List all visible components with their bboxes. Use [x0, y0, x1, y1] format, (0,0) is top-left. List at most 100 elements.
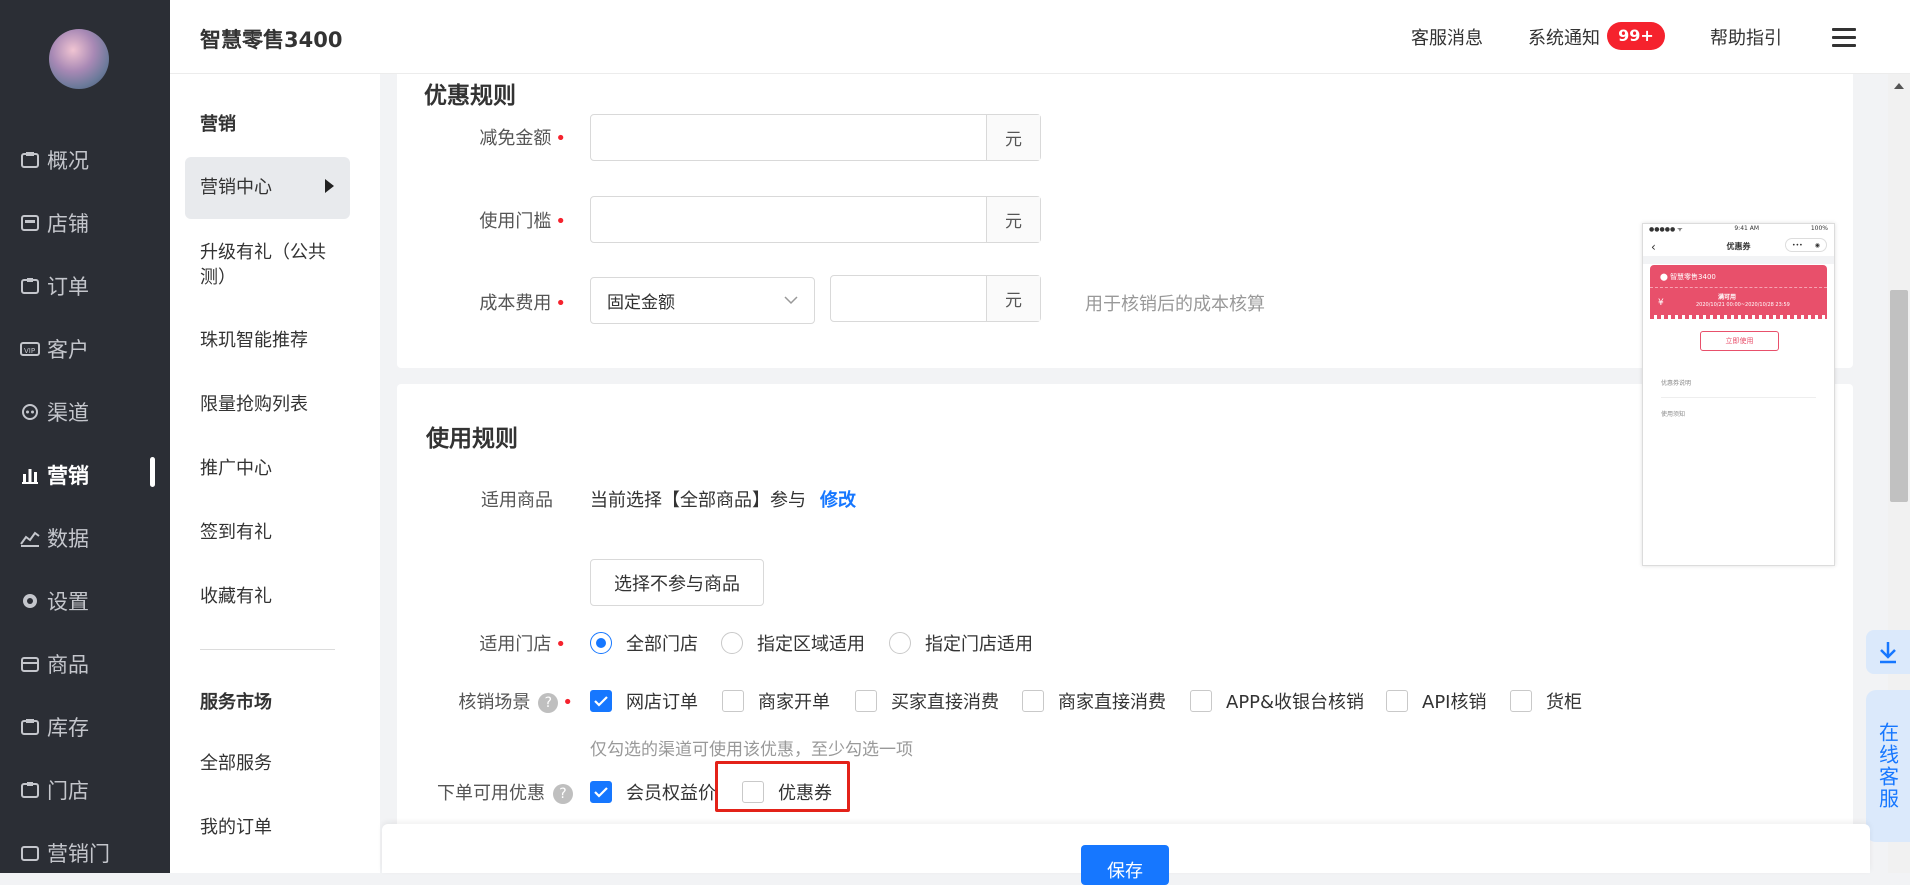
checkbox[interactable]	[1510, 690, 1532, 712]
order-label-text: 下单可用优惠	[437, 783, 545, 804]
radio[interactable]	[721, 632, 743, 654]
cost-type-select[interactable]: 固定金额	[590, 277, 815, 324]
nav-item-overview[interactable]: 概况	[0, 140, 170, 180]
order-icon	[20, 276, 40, 296]
help-icon[interactable]: ?	[553, 784, 573, 804]
required-mark: •	[562, 692, 573, 713]
required-mark: •	[555, 293, 566, 314]
help-link[interactable]: 帮助指引	[1710, 24, 1782, 50]
subnav-item-marketing-center[interactable]: 营销中心	[200, 175, 360, 200]
checkbox[interactable]	[1386, 690, 1408, 712]
nav-item-goods[interactable]: 商品	[0, 644, 170, 684]
cost-input[interactable]	[831, 276, 986, 321]
nav-label: 设置	[47, 590, 89, 614]
use-now-button[interactable]: 立即使用	[1700, 331, 1779, 351]
scene-option-cabinet[interactable]: 货柜	[1510, 688, 1582, 714]
subnav-heading: 营销	[200, 114, 236, 135]
amount-label-text: 减免金额	[479, 128, 552, 149]
radio-checked[interactable]	[590, 632, 612, 654]
nav-label: 订单	[47, 275, 89, 299]
nav-item-settings[interactable]: 设置	[0, 581, 170, 621]
nav-item-channel[interactable]: 渠道	[0, 392, 170, 432]
active-indicator	[150, 457, 155, 487]
channel-icon	[20, 402, 40, 422]
goods-icon	[20, 654, 40, 674]
coupon-desc-row: 优惠券说明	[1661, 380, 1692, 387]
online-service-button[interactable]: 在线客服	[1866, 690, 1910, 842]
subnav-item-promotion-center[interactable]: 推广中心	[200, 456, 360, 481]
subnav-item-smart-recommend[interactable]: 珠玑智能推荐	[200, 328, 360, 353]
top-bar: 智慧零售3400 客服消息 系统通知 99+ 帮助指引	[170, 0, 1910, 74]
subnav-item-all-services[interactable]: 全部服务	[200, 751, 360, 776]
nav-item-marketing-door[interactable]: 营销门	[0, 833, 170, 873]
goods-edit-link[interactable]: 修改	[820, 486, 856, 512]
goods-label: 适用商品	[481, 490, 553, 511]
nav-item-customer[interactable]: VIP 客户	[0, 329, 170, 369]
avatar[interactable]	[49, 29, 109, 89]
nav-label: 库存	[47, 716, 89, 740]
nav-item-shop[interactable]: 门店	[0, 770, 170, 810]
cost-unit: 元	[986, 276, 1040, 321]
option-label: 全部门店	[626, 634, 698, 655]
checkbox-checked[interactable]	[590, 690, 612, 712]
signal-icon: ●●●●● ᯤ	[1649, 226, 1683, 233]
threshold-label: 使用门槛 •	[396, 207, 566, 233]
nav-item-inventory[interactable]: 库存	[0, 707, 170, 747]
scene-option-buyer-direct[interactable]: 买家直接消费	[855, 688, 999, 714]
order-option-member-price[interactable]: 会员权益价	[590, 779, 716, 805]
subnav-item-my-orders[interactable]: 我的订单	[200, 815, 360, 840]
threshold-input-group: 元	[590, 196, 1041, 243]
help-icon[interactable]: ?	[538, 693, 559, 713]
amount-input-group: 元	[590, 114, 1041, 161]
hamburger-menu-icon[interactable]	[1832, 28, 1856, 48]
option-label: 商家开单	[758, 692, 830, 713]
option-label: 指定区域适用	[757, 634, 865, 655]
store-option-specific[interactable]: 指定门店适用	[889, 630, 1033, 656]
system-notice-link[interactable]: 系统通知	[1528, 24, 1600, 50]
subnav-item-checkin-gift[interactable]: 签到有礼	[200, 520, 360, 545]
scene-option-online[interactable]: 网店订单	[590, 688, 698, 714]
scene-label-text: 核销场景	[458, 692, 531, 713]
goods-text: 当前选择【全部商品】参与	[590, 490, 806, 511]
scene-option-app-cashier[interactable]: APP&收银台核销	[1190, 688, 1364, 714]
threshold-label-text: 使用门槛	[479, 211, 552, 232]
service-message-link[interactable]: 客服消息	[1411, 24, 1483, 50]
scrollbar-thumb[interactable]	[1890, 290, 1908, 502]
required-mark: •	[555, 211, 566, 232]
coupon-shop-text: 智慧零售3400	[1670, 273, 1716, 281]
subnav-item-upgrade-gift[interactable]: 升级有礼（公共测）	[200, 240, 350, 290]
option-label: 指定门店适用	[925, 634, 1033, 655]
coupon-shop: ⬤ 智慧零售3400	[1660, 272, 1716, 282]
nav-item-data[interactable]: 数据	[0, 518, 170, 558]
coupon-date: 2020/10/21 00:00~2020/10/28 23:59	[1696, 302, 1790, 308]
marketing-door-icon	[20, 843, 40, 863]
checkbox[interactable]	[855, 690, 877, 712]
scroll-up-arrow-icon[interactable]	[1893, 82, 1905, 90]
store-option-all[interactable]: 全部门店	[590, 630, 698, 656]
amount-unit: 元	[986, 115, 1040, 160]
highlight-box	[715, 761, 850, 812]
threshold-input[interactable]	[591, 197, 986, 242]
checkbox-checked[interactable]	[590, 781, 612, 803]
checkbox[interactable]	[722, 690, 744, 712]
radio[interactable]	[889, 632, 911, 654]
scene-option-merchant-bill[interactable]: 商家开单	[722, 688, 830, 714]
nav-item-marketing[interactable]: 营销	[0, 455, 170, 495]
exclude-goods-button[interactable]: 选择不参与商品	[590, 559, 764, 606]
download-button[interactable]	[1866, 630, 1910, 674]
nav-item-store[interactable]: 店铺	[0, 203, 170, 243]
save-button[interactable]: 保存	[1081, 845, 1169, 885]
store-option-region[interactable]: 指定区域适用	[721, 630, 865, 656]
nav-item-order[interactable]: 订单	[0, 266, 170, 306]
scene-hint: 仅勾选的渠道可使用该优惠，至少勾选一项	[590, 740, 913, 760]
subnav-item-flash-sale[interactable]: 限量抢购列表	[200, 392, 360, 417]
checkbox[interactable]	[1022, 690, 1044, 712]
scene-option-api[interactable]: API核销	[1386, 688, 1486, 714]
checkbox[interactable]	[1190, 690, 1212, 712]
scene-option-merchant-direct[interactable]: 商家直接消费	[1022, 688, 1166, 714]
subnav-item-favorite-gift[interactable]: 收藏有礼	[200, 584, 360, 609]
amount-input[interactable]	[591, 115, 986, 160]
shop-icon	[20, 780, 40, 800]
service-market-heading: 服务市场	[200, 692, 272, 713]
shop-icon: ⬤	[1660, 273, 1671, 281]
